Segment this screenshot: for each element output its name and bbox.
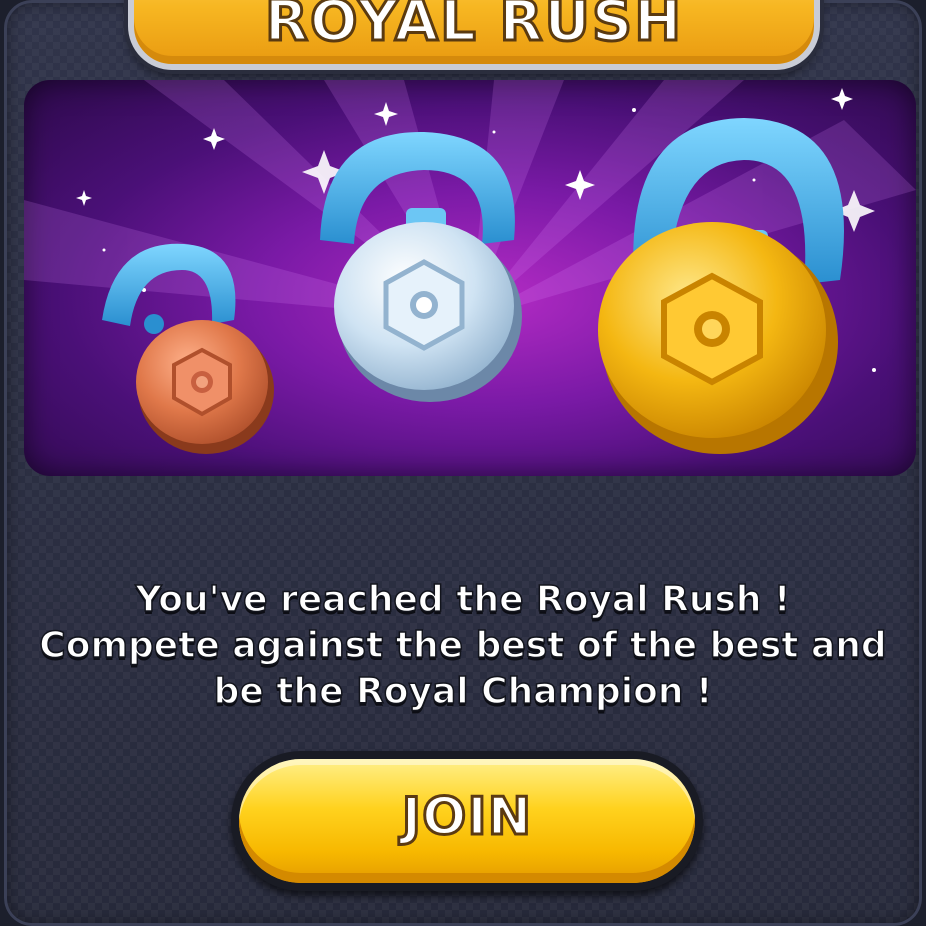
join-button-face[interactable]: JOIN	[239, 759, 695, 883]
dialog-title: ROYAL RUSH	[263, 0, 684, 54]
join-button-label: JOIN	[400, 787, 533, 847]
medals-artwork	[24, 80, 916, 476]
join-button[interactable]: JOIN	[231, 751, 703, 891]
message-line-2: Compete against the best of the best and	[39, 624, 888, 667]
medals-illustration	[24, 80, 916, 454]
title-banner: ROYAL RUSH	[128, 0, 820, 70]
message-line-1: You've reached the Royal Rush !	[135, 578, 791, 621]
royal-rush-message: You've reached the Royal Rush ! Compete …	[30, 577, 896, 715]
message-line-3: be the Royal Champion !	[213, 670, 713, 713]
